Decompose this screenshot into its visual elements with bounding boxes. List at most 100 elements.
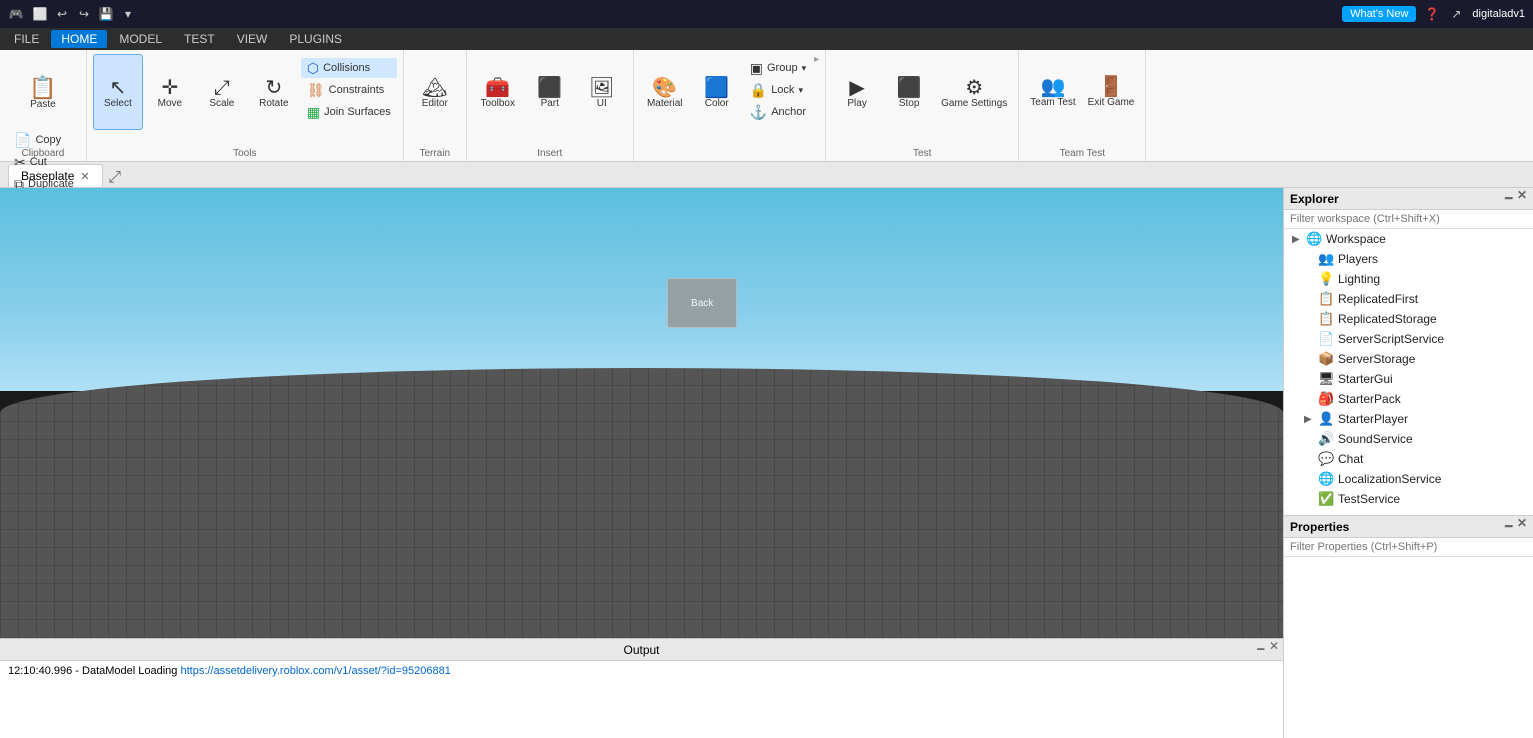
properties-header: Properties 🗕 ✕ [1284, 516, 1533, 538]
constraints-button[interactable]: ⛓ Constraints [301, 80, 397, 100]
whats-new-button[interactable]: What's New [1342, 6, 1416, 22]
ribbon-tools-group: ↖ Select ✛ Move ⤢ Scale ↻ Rotate ⬡ [87, 50, 404, 161]
explorer-item-startergui[interactable]: 🖥 StarterGui [1284, 369, 1533, 389]
dropdown-icon[interactable]: ▾ [120, 6, 136, 22]
move-button[interactable]: ✛ Move [145, 54, 195, 130]
output-minimize-icon[interactable]: 🗕 [1256, 639, 1265, 660]
explorer-item-label: StarterGui [1338, 372, 1393, 386]
menu-model[interactable]: MODEL [109, 30, 172, 48]
ribbon-terrain-group: 🏔 Editor Terrain [404, 50, 467, 161]
explorer-item-chat[interactable]: 💬Chat [1284, 449, 1533, 469]
part-button[interactable]: ⬛ Part [525, 54, 575, 130]
join-surfaces-button[interactable]: ▦ Join Surfaces [301, 102, 397, 122]
game-settings-button[interactable]: ⚙ Game Settings [936, 54, 1012, 130]
baseplate-label: Back [691, 298, 713, 309]
explorer-item-icon: 🖥 [1318, 371, 1334, 387]
menu-view[interactable]: VIEW [227, 30, 278, 48]
output-log-link[interactable]: https://assetdelivery.roblox.com/v1/asse… [180, 665, 450, 677]
output-panel: Output 🗕 ✕ 12:10:40.996 - DataModel Load… [0, 638, 1283, 738]
lock-icon: 🔒 [750, 83, 767, 97]
explorer-item-replicatedfirst[interactable]: 📋ReplicatedFirst [1284, 289, 1533, 309]
explorer-item-replicatedstorage[interactable]: 📋 ReplicatedStorage [1284, 309, 1533, 329]
menu-home[interactable]: HOME [51, 30, 107, 48]
ui-button[interactable]: 🖼 UI [577, 54, 627, 130]
expand-arrow-icon: ▶ [1292, 234, 1302, 245]
exit-game-icon: 🚪 [1099, 77, 1124, 97]
explorer-item-icon: 📋 [1318, 311, 1334, 327]
part-icon: ⬛ [537, 78, 562, 98]
explorer-item-icon: 👥 [1318, 251, 1334, 267]
explorer-close-icon[interactable]: ✕ [1517, 188, 1527, 209]
anchor-button[interactable]: ⚓ Anchor [744, 102, 812, 122]
new-file-icon[interactable]: ⬜ [32, 6, 48, 22]
explorer-item-starterplayer[interactable]: ▶👤StarterPlayer [1284, 409, 1533, 429]
explorer-item-testservice[interactable]: ✅TestService [1284, 489, 1533, 509]
tab-close-button[interactable]: ✕ [80, 170, 89, 183]
explorer-item-workspace[interactable]: ▶🌐Workspace [1284, 229, 1533, 249]
group-button[interactable]: ▣ Group ▾ [744, 58, 812, 78]
output-title: Output [623, 643, 659, 657]
menu-plugins[interactable]: PLUGINS [279, 30, 352, 48]
editor-icon: 🏔 [422, 78, 447, 98]
main-area: Back Output 🗕 ✕ 12:10:40.996 - DataModel… [0, 188, 1533, 738]
explorer-pin-icon[interactable]: 🗕 [1504, 188, 1513, 209]
stop-button[interactable]: ⬛ Stop [884, 54, 934, 130]
terrain-grid-overlay [0, 368, 1283, 638]
properties-pin-icon[interactable]: 🗕 [1504, 516, 1513, 537]
explorer-item-soundservice[interactable]: 🔊SoundService [1284, 429, 1533, 449]
explorer-item-icon: 🔊 [1318, 431, 1334, 447]
terrain-mesh [0, 368, 1283, 638]
explorer-item-starterpack[interactable]: 🎒StarterPack [1284, 389, 1533, 409]
explorer-item-icon: 📋 [1318, 291, 1334, 307]
undo-icon[interactable]: ↩ [54, 6, 70, 22]
titlebar: 🎮 ⬜ ↩ ↪ 💾 ▾ What's New ❓ ↗ digitaladv1 [0, 0, 1533, 28]
properties-close-icon[interactable]: ✕ [1517, 516, 1527, 537]
menu-test[interactable]: TEST [174, 30, 225, 48]
explorer-item-icon: 🌐 [1306, 231, 1322, 247]
lock-button[interactable]: 🔒 Lock ▾ [744, 80, 812, 100]
explorer-item-label: LocalizationService [1338, 472, 1441, 486]
explorer-item-icon: 💬 [1318, 451, 1334, 467]
explorer-item-serverscriptservice[interactable]: 📄ServerScriptService [1284, 329, 1533, 349]
share-icon[interactable]: ↗ [1448, 6, 1464, 22]
save-icon[interactable]: 💾 [98, 6, 114, 22]
explorer-item-players[interactable]: 👥Players [1284, 249, 1533, 269]
editor-button[interactable]: 🏔 Editor [410, 54, 460, 130]
username-label: digitaladv1 [1472, 8, 1525, 20]
output-close-icon[interactable]: ✕ [1269, 639, 1279, 660]
explorer-item-localizationservice[interactable]: 🌐 LocalizationService [1284, 469, 1533, 489]
edit-expand[interactable]: ▸ [814, 54, 819, 65]
toolbox-button[interactable]: 🧰 Toolbox [473, 54, 523, 130]
scale-button[interactable]: ⤢ Scale [197, 54, 247, 130]
expand-viewport-button[interactable]: ⤢ [103, 169, 123, 187]
team-test-button[interactable]: 👥 Team Test [1025, 54, 1080, 130]
play-button[interactable]: ▶ Play [832, 54, 882, 130]
collisions-button[interactable]: ⬡ Collisions [301, 58, 397, 78]
baseplate-object[interactable]: Back [667, 278, 737, 328]
join-surfaces-icon: ▦ [307, 105, 320, 119]
color-button[interactable]: 🟦 Color [692, 54, 742, 130]
game-settings-icon: ⚙ [965, 78, 983, 98]
explorer-item-lighting[interactable]: 💡Lighting [1284, 269, 1533, 289]
filter-properties-input[interactable] [1284, 538, 1533, 557]
menu-file[interactable]: FILE [4, 30, 49, 48]
material-button[interactable]: 🎨 Material [640, 54, 690, 130]
properties-title: Properties [1290, 520, 1349, 534]
viewport-canvas[interactable]: Back [0, 188, 1283, 638]
explorer-item-label: StarterPlayer [1338, 412, 1408, 426]
test-label: Test [826, 148, 1018, 159]
help-icon[interactable]: ❓ [1424, 6, 1440, 22]
rotate-button[interactable]: ↻ Rotate [249, 54, 299, 130]
explorer-item-label: ReplicatedStorage [1338, 312, 1437, 326]
explorer-item-label: TestService [1338, 492, 1400, 506]
paste-button[interactable]: 📋 Paste [18, 54, 68, 130]
exit-game-button[interactable]: 🚪 Exit Game [1083, 54, 1140, 130]
filter-workspace-input[interactable] [1284, 210, 1533, 229]
explorer-item-serverstorage[interactable]: 📦ServerStorage [1284, 349, 1533, 369]
copy-button[interactable]: 📄 Copy [8, 130, 80, 150]
select-button[interactable]: ↖ Select [93, 54, 143, 130]
redo-icon[interactable]: ↪ [76, 6, 92, 22]
explorer-item-icon: 🌐 [1318, 471, 1334, 487]
app-icon: 🎮 [8, 6, 24, 22]
ribbon-insert-group: 🧰 Toolbox ⬛ Part 🖼 UI Insert [467, 50, 634, 161]
